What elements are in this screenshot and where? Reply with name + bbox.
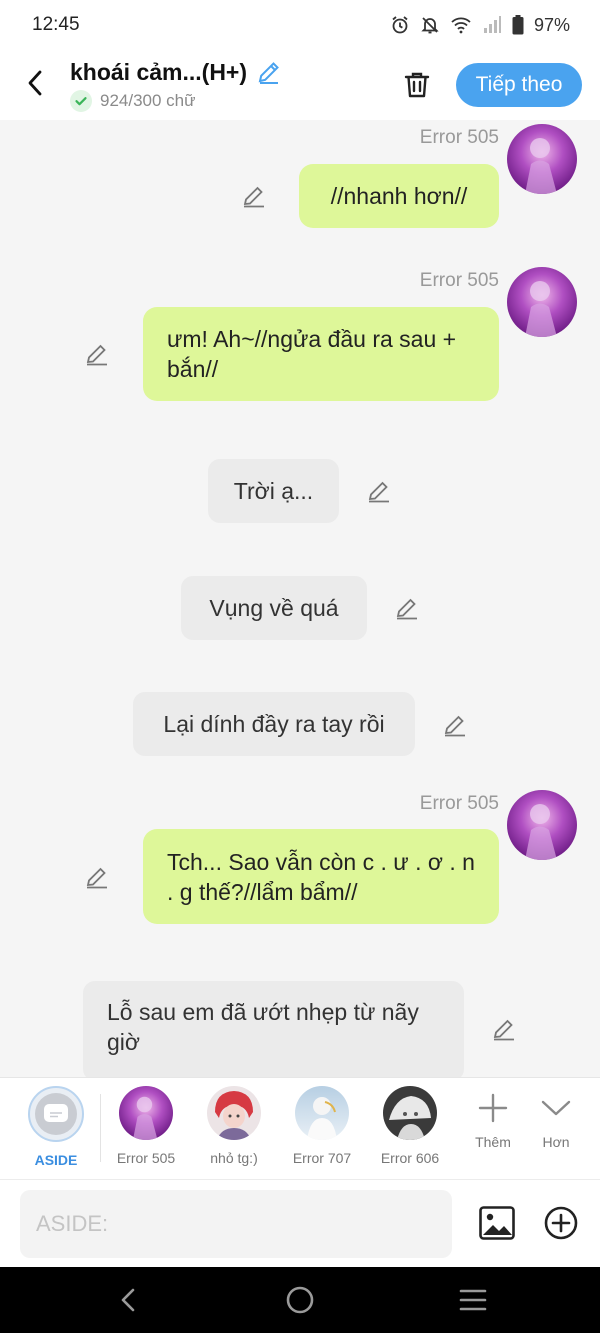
chat-bubble-icon (44, 1104, 68, 1122)
input-bar (0, 1179, 600, 1267)
pencil-icon (86, 344, 107, 366)
word-count: 924/300 chữ (100, 91, 196, 110)
pencil-icon (396, 598, 417, 620)
chevron-down-icon (541, 1100, 571, 1116)
sender-name: Error 505 (419, 127, 499, 148)
chevron-left-icon (28, 70, 42, 96)
divider (100, 1094, 101, 1162)
header: khoái cảm...(H+) 924/300 chữ Tiếp theo (0, 50, 600, 120)
character-label: ASIDE (34, 1152, 78, 1168)
wifi-icon (450, 15, 472, 35)
message-input[interactable] (20, 1190, 452, 1258)
system-nav-bar (0, 1267, 600, 1333)
add-character-button[interactable]: Thêm (463, 1092, 523, 1150)
nav-home-icon (286, 1286, 314, 1314)
battery-icon (512, 15, 524, 35)
nav-menu-icon (459, 1289, 487, 1311)
message-bubble[interactable]: Lỗ sau em đã ướt nhẹp từ nãy giờ (83, 981, 464, 1077)
plus-icon (478, 1093, 508, 1123)
pencil-icon (258, 62, 279, 84)
message-bubble[interactable]: Trời ạ... (208, 459, 339, 523)
character-aside[interactable]: ASIDE (16, 1086, 96, 1168)
expand-button[interactable]: Hơn (526, 1092, 586, 1150)
character-error-606[interactable]: Error 606 (370, 1086, 450, 1166)
status-icons: 97% (390, 15, 570, 36)
image-icon (479, 1206, 515, 1240)
sender-name: Error 505 (419, 270, 499, 291)
edit-message-button[interactable] (240, 182, 268, 210)
message-bubble[interactable]: Tch... Sao vẫn còn c . ư . ơ . n . g thế… (143, 829, 499, 924)
character-bar: ASIDE Error 505 nhỏ tg:) Error 707 Error… (0, 1077, 600, 1179)
character-label: nhỏ tg:) (210, 1150, 258, 1166)
add-button[interactable] (543, 1205, 579, 1241)
nav-back-button[interactable] (111, 1283, 145, 1317)
trash-icon (404, 72, 430, 98)
pencil-icon (493, 1019, 514, 1041)
edit-message-button[interactable] (83, 863, 111, 891)
pencil-icon (86, 867, 107, 889)
avatar[interactable] (507, 124, 577, 194)
message-bubble[interactable]: Vụng về quá (181, 576, 367, 640)
avatar (383, 1086, 437, 1140)
avatar (119, 1086, 173, 1140)
message-bubble[interactable]: Lại dính đầy ra tay rồi (133, 692, 415, 756)
avatar (207, 1086, 261, 1140)
back-button[interactable] (20, 68, 50, 98)
check-icon (70, 90, 92, 112)
edit-message-button[interactable] (83, 340, 111, 368)
status-time: 12:45 (32, 14, 80, 35)
message-bubble[interactable]: ưm! Ah~//ngửa đầu ra sau + bắn// (143, 307, 499, 401)
avatar[interactable] (507, 267, 577, 337)
status-bar: 12:45 97% (0, 0, 600, 50)
aside-avatar (28, 1086, 84, 1142)
character-label: Error 707 (292, 1150, 352, 1166)
edit-message-button[interactable] (393, 594, 421, 622)
pencil-icon (368, 481, 389, 503)
page-title: khoái cảm...(H+) (70, 58, 248, 85)
character-error-707[interactable]: Error 707 (282, 1086, 362, 1166)
edit-message-button[interactable] (441, 711, 469, 739)
next-button[interactable]: Tiếp theo (456, 63, 582, 107)
plus-circle-icon (544, 1206, 578, 1240)
nav-home-button[interactable] (283, 1283, 317, 1317)
edit-title-button[interactable] (255, 58, 283, 86)
title-block: khoái cảm...(H+) 924/300 chữ (70, 58, 283, 112)
character-label: Error 606 (380, 1150, 440, 1166)
pencil-icon (243, 186, 264, 208)
sender-name: Error 505 (419, 793, 499, 814)
avatar[interactable] (507, 790, 577, 860)
character-nho-tg[interactable]: nhỏ tg:) (194, 1086, 274, 1166)
add-label: Thêm (475, 1134, 511, 1150)
mute-icon (420, 15, 440, 35)
signal-icon (482, 15, 502, 35)
message-bubble[interactable]: //nhanh hơn// (299, 164, 499, 228)
expand-label: Hơn (542, 1134, 570, 1150)
nav-back-icon (121, 1288, 135, 1312)
nav-recents-button[interactable] (456, 1283, 490, 1317)
edit-message-button[interactable] (365, 477, 393, 505)
pencil-icon (444, 715, 465, 737)
attach-image-button[interactable] (478, 1204, 516, 1242)
battery-percent: 97% (533, 14, 570, 35)
chat-area[interactable]: Error 505 //nhanh hơn// Error 505 ưm! Ah… (0, 120, 600, 1077)
character-error-505[interactable]: Error 505 (106, 1086, 186, 1166)
character-label: Error 505 (116, 1150, 176, 1166)
edit-message-button[interactable] (490, 1015, 518, 1043)
alarm-icon (390, 15, 410, 35)
avatar (295, 1086, 349, 1140)
delete-button[interactable] (400, 68, 434, 102)
